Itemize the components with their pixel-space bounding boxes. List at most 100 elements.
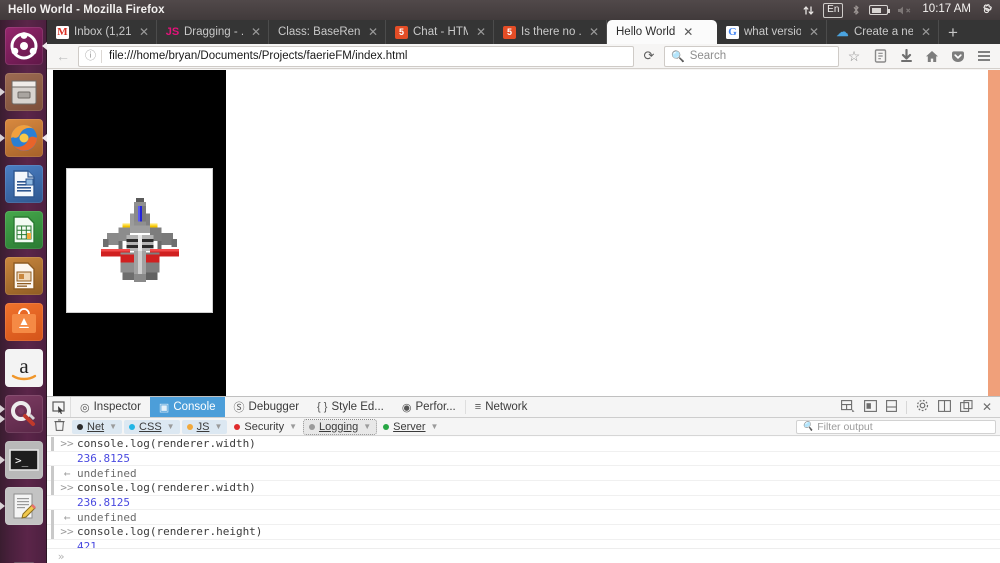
tab-inbox[interactable]: M Inbox (1,21... ✕ — [47, 20, 157, 44]
tab-dragging[interactable]: JS Dragging - ... ✕ — [157, 20, 269, 44]
page-info-icon[interactable]: ⓘ — [83, 49, 102, 63]
home-icon[interactable] — [921, 46, 943, 67]
chevron-down-icon[interactable]: ▼ — [289, 422, 297, 431]
page-scrollbar[interactable] — [988, 70, 1000, 396]
volume-muted-icon[interactable] — [897, 5, 913, 16]
clock[interactable]: 10:17 AM — [922, 4, 971, 16]
svg-text:>_: >_ — [15, 454, 29, 467]
filter-js[interactable]: JS ▼ — [181, 419, 228, 434]
window-title: Hello World - Mozilla Firefox — [8, 4, 165, 16]
launcher-item-terminal[interactable]: >_ — [0, 437, 47, 483]
launcher-item-libreoffice-calc[interactable] — [0, 207, 47, 253]
launcher-item-libreoffice-impress[interactable] — [0, 253, 47, 299]
tab-what-version[interactable]: G what versio... ✕ — [717, 20, 827, 44]
filter-dot — [129, 423, 136, 430]
dock-bottom-icon[interactable] — [885, 399, 897, 415]
filter-net[interactable]: Net ▼ — [72, 419, 123, 434]
search-input[interactable]: 🔍 Search — [664, 45, 839, 67]
network-updown-icon[interactable] — [803, 5, 814, 16]
launcher-item-firefox[interactable] — [0, 115, 47, 161]
console-row[interactable]: >> console.log(renderer.width) — [47, 480, 1000, 496]
separate-window-icon[interactable] — [959, 399, 973, 415]
chevron-down-icon[interactable]: ▼ — [431, 422, 439, 431]
amazon-icon: a — [4, 349, 43, 387]
chevron-down-icon[interactable]: ▼ — [214, 422, 222, 431]
chevron-down-icon[interactable]: ▼ — [109, 422, 117, 431]
split-console-icon[interactable] — [863, 399, 877, 415]
row-marker-bar — [51, 465, 54, 481]
new-tab-button[interactable]: + — [939, 20, 967, 44]
console-row[interactable]: 236.8125 — [47, 496, 1000, 511]
element-picker-icon[interactable] — [47, 397, 71, 417]
launcher-item-system-settings[interactable] — [0, 391, 47, 437]
tab-create-a-new[interactable]: ☁ Create a ne... ✕ — [827, 20, 939, 44]
tab-class-baserenderer[interactable]: Class: BaseRen... ✕ — [269, 20, 386, 44]
reload-icon[interactable]: ⟳ — [638, 46, 660, 67]
libreoffice-writer-icon — [4, 165, 43, 203]
pocket-icon[interactable] — [947, 46, 969, 67]
console-icon: ▣ — [158, 401, 170, 414]
devtools-tab-performance[interactable]: ◉ Perfor... — [393, 397, 465, 417]
console-row[interactable]: ← undefined — [47, 509, 1000, 526]
star-icon[interactable]: ☆ — [843, 46, 865, 67]
console-prompt: » — [57, 550, 65, 563]
close-icon[interactable]: ✕ — [982, 400, 992, 414]
tab-hello-world[interactable]: Hello World ✕ — [607, 20, 717, 44]
hamburger-menu-icon[interactable] — [973, 46, 995, 67]
devtools-toolbar: ◎ Inspector ▣ Console Ⓢ Debugger { } Sty… — [47, 397, 1000, 418]
devtools-tab-network[interactable]: ≡ Network — [466, 397, 537, 417]
tab-close-icon[interactable]: ✕ — [809, 26, 819, 38]
row-marker-bar — [51, 437, 54, 452]
launcher-item-libreoffice-writer[interactable] — [0, 161, 47, 207]
svg-text:a: a — [19, 354, 29, 378]
filter-security[interactable]: Security ▼ — [229, 420, 302, 434]
system-gear-icon[interactable] — [980, 3, 993, 17]
console-output[interactable]: >> console.log(renderer.width) 236.8125 … — [47, 437, 1000, 563]
firefox-icon — [4, 119, 43, 157]
devtools-tab-debugger[interactable]: Ⓢ Debugger — [225, 397, 309, 417]
launcher-item-ubuntu-dash[interactable] — [0, 23, 47, 69]
filter-output-input[interactable]: 🔍 Filter output — [796, 419, 996, 434]
console-row-marker: ← — [63, 510, 71, 524]
keyboard-layout-indicator[interactable]: En — [823, 2, 844, 18]
filter-server[interactable]: Server ▼ — [378, 420, 443, 434]
tab-close-icon[interactable]: ✕ — [921, 26, 931, 38]
clear-output-icon[interactable] — [51, 419, 70, 434]
responsive-design-mode-icon[interactable] — [840, 399, 855, 415]
game-canvas[interactable] — [53, 70, 226, 396]
devtools-tab-console[interactable]: ▣ Console — [149, 397, 225, 417]
tab-is-there-no[interactable]: 5 Is there no ... ✕ — [494, 20, 607, 44]
launcher-item-text-editor[interactable] — [0, 483, 47, 529]
launcher-item-amazon[interactable]: a — [0, 345, 47, 391]
console-row[interactable]: >> console.log(renderer.height) — [47, 524, 1000, 540]
download-arrow-icon[interactable] — [895, 46, 917, 67]
filter-logging[interactable]: Logging ▼ — [303, 418, 378, 435]
tab-close-icon[interactable]: ✕ — [589, 26, 599, 38]
launcher-item-ubuntu-software[interactable] — [0, 299, 47, 345]
search-placeholder: Search — [689, 50, 727, 62]
chevron-down-icon[interactable]: ▼ — [363, 422, 371, 431]
settings-gear-icon[interactable] — [916, 399, 929, 415]
devtools-tab-style-editor[interactable]: { } Style Ed... — [308, 397, 393, 417]
chevron-down-icon[interactable]: ▼ — [167, 422, 175, 431]
library-icon[interactable] — [869, 46, 891, 67]
tab-close-icon[interactable]: ✕ — [476, 26, 486, 38]
url-bar[interactable]: ⓘ file:///home/bryan/Documents/Projects/… — [78, 45, 634, 67]
bluetooth-icon[interactable] — [852, 4, 860, 16]
devtools-tab-inspector[interactable]: ◎ Inspector — [71, 397, 150, 417]
back-arrow-icon[interactable]: ← — [52, 46, 74, 67]
tab-close-icon[interactable]: ✕ — [139, 26, 149, 38]
launcher-item-trash[interactable] — [0, 551, 47, 563]
console-input[interactable]: » — [47, 548, 1000, 563]
console-row[interactable]: >> console.log(renderer.width) — [47, 437, 1000, 452]
console-row[interactable]: ← undefined — [47, 465, 1000, 482]
tab-close-icon[interactable]: ✕ — [683, 26, 693, 38]
tab-chat-html[interactable]: 5 Chat - HTM... ✕ — [386, 20, 494, 44]
dock-side-icon[interactable] — [937, 399, 951, 415]
console-row[interactable]: 236.8125 — [47, 452, 1000, 467]
launcher-item-files[interactable] — [0, 69, 47, 115]
battery-icon[interactable] — [869, 5, 891, 15]
tab-close-icon[interactable]: ✕ — [368, 26, 378, 38]
filter-css[interactable]: CSS ▼ — [124, 419, 180, 434]
tab-close-icon[interactable]: ✕ — [251, 26, 261, 38]
